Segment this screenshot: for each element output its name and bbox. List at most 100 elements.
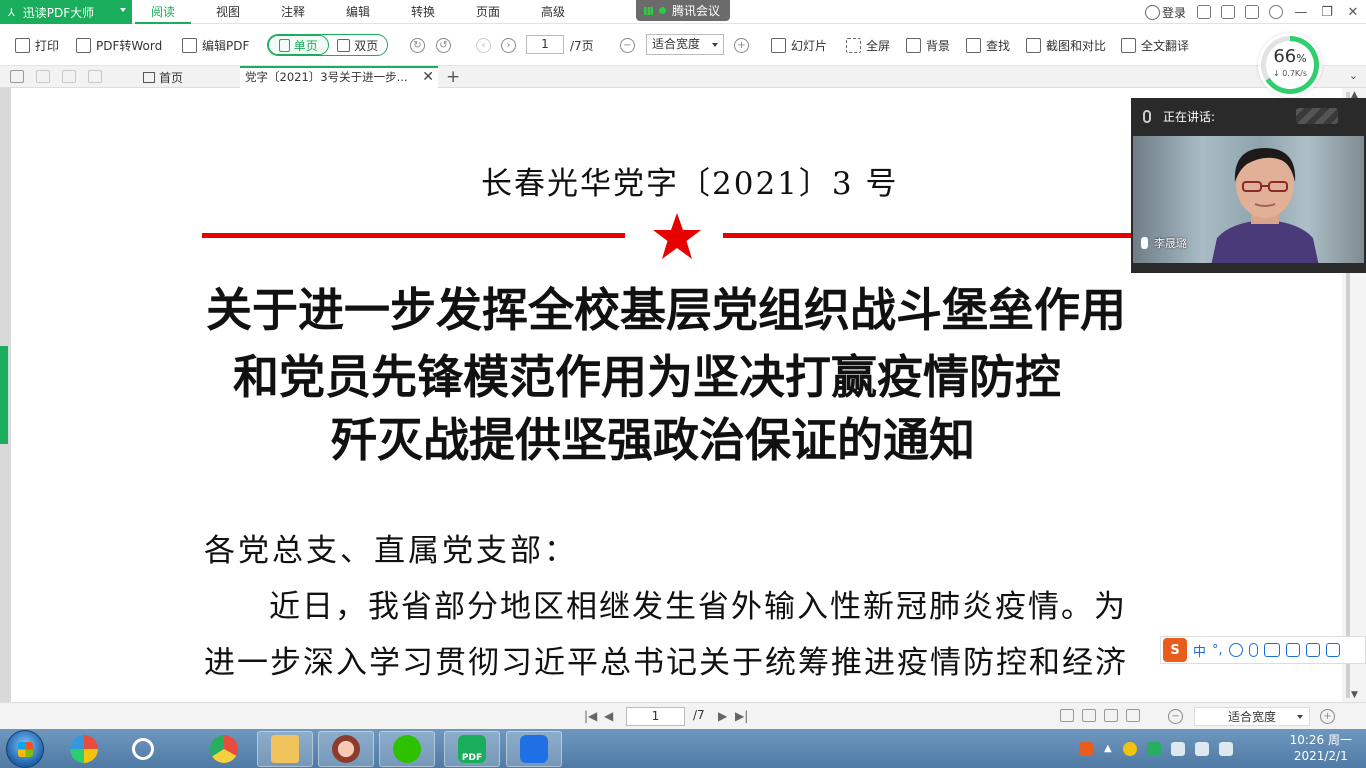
- taskbar-app-avatar[interactable]: [318, 731, 374, 767]
- punctuation-icon[interactable]: °,: [1212, 643, 1223, 658]
- skin-shirt-icon[interactable]: [1305, 643, 1320, 657]
- zoom-in-icon[interactable]: +: [734, 38, 749, 53]
- app-name: 迅读PDF大师: [22, 5, 95, 20]
- video-feed: 李晟璐: [1133, 136, 1364, 263]
- undo-icon[interactable]: [36, 70, 50, 83]
- document-title-line-1: 关于进一步发挥全校基层党组织战斗堡垒作用: [206, 283, 1126, 337]
- taskbar-app-meeting[interactable]: [506, 731, 562, 767]
- single-page-button[interactable]: 单页: [268, 35, 329, 55]
- maximize-button[interactable]: ❐: [1314, 0, 1340, 24]
- system-clock[interactable]: 10:26 周一 2021/2/1: [1290, 732, 1352, 764]
- sogou-tray-icon[interactable]: [1079, 741, 1093, 756]
- tab-annotate[interactable]: 注释: [281, 0, 305, 24]
- double-page-button[interactable]: 双页: [329, 35, 388, 55]
- bottom-page-input[interactable]: 1: [626, 707, 685, 726]
- zoom-out-icon[interactable]: −: [1168, 709, 1183, 724]
- tab-view[interactable]: 视图: [216, 0, 240, 24]
- search-icon: [966, 37, 981, 53]
- security-tray-icon[interactable]: [1146, 741, 1161, 756]
- app-menu-button[interactable]: ⅄ 迅读PDF大师: [0, 0, 132, 24]
- zoom-out-icon[interactable]: −: [620, 38, 635, 53]
- background-button[interactable]: 背景: [906, 36, 950, 54]
- next-page-icon[interactable]: ›: [501, 38, 516, 53]
- message-icon[interactable]: [1197, 5, 1211, 19]
- chinese-mode-icon[interactable]: 中: [1193, 641, 1206, 660]
- continuous-view-icon[interactable]: [1104, 709, 1118, 722]
- taskbar-app-browser[interactable]: [196, 731, 252, 767]
- network-speed-gauge[interactable]: 66% ↓ 0.7K/s: [1258, 33, 1322, 97]
- minimize-button[interactable]: —: [1288, 0, 1314, 24]
- double-view-icon[interactable]: [1082, 709, 1096, 722]
- keyboard-icon[interactable]: [1263, 643, 1280, 657]
- scroll-down-icon[interactable]: ▼: [1351, 690, 1358, 700]
- single-view-icon[interactable]: [1060, 709, 1074, 722]
- last-page-icon[interactable]: ▶|: [735, 709, 748, 723]
- meeting-label: 腾讯会议: [672, 4, 721, 18]
- tab-edit[interactable]: 编辑: [346, 0, 370, 24]
- tab-convert[interactable]: 转换: [411, 0, 435, 24]
- zoom-select[interactable]: 适合宽度: [646, 34, 724, 55]
- prev-page-icon[interactable]: ◀: [604, 709, 613, 723]
- close-button[interactable]: ✕: [1340, 0, 1366, 24]
- tab-document[interactable]: 党字〔2021〕3号关于进一步... ✕: [240, 66, 438, 88]
- sogou-logo-icon[interactable]: S: [1163, 638, 1187, 662]
- add-tab-icon[interactable]: +: [446, 67, 460, 87]
- redo-icon[interactable]: [62, 70, 76, 83]
- gauge-speed: 0.7K/s: [1282, 69, 1308, 78]
- red-star-icon: [653, 213, 701, 259]
- mail-icon[interactable]: [1221, 5, 1235, 19]
- meeting-indicator[interactable]: 腾讯会议: [636, 0, 730, 21]
- page-number-input[interactable]: 1: [526, 35, 564, 54]
- login-link[interactable]: 登录: [1162, 4, 1186, 21]
- taskbar-app-pdf[interactable]: PDF: [444, 731, 500, 767]
- slideshow-button[interactable]: 幻灯片: [771, 36, 827, 54]
- user-icon[interactable]: [1144, 4, 1160, 20]
- rotate-ccw-icon[interactable]: ↺: [436, 38, 451, 53]
- print-button[interactable]: 打印: [15, 36, 59, 54]
- qq-tray-icon[interactable]: [1122, 741, 1137, 756]
- tab-page[interactable]: 页面: [476, 0, 500, 24]
- bottom-zoom-select[interactable]: 适合宽度: [1194, 707, 1310, 726]
- tab-home[interactable]: 首页: [143, 69, 183, 86]
- taskbar-app-explorer[interactable]: [257, 731, 313, 767]
- volume-icon[interactable]: [1194, 741, 1209, 756]
- close-tab-icon[interactable]: ✕: [422, 68, 434, 87]
- tab-read[interactable]: 阅读: [134, 0, 192, 24]
- settings-icon[interactable]: [1269, 5, 1283, 19]
- emoji-face-icon[interactable]: [1228, 643, 1243, 657]
- start-button[interactable]: [6, 730, 44, 768]
- show-hidden-icons[interactable]: ▲: [1104, 743, 1112, 754]
- taskbar-app-search[interactable]: [115, 731, 171, 767]
- save-icon[interactable]: [88, 70, 102, 83]
- taskbar-app-wechat[interactable]: [379, 731, 435, 767]
- meeting-video-panel[interactable]: 正在讲话: 李晟璐: [1131, 98, 1366, 273]
- edit-pdf-button[interactable]: 编辑PDF: [182, 36, 249, 54]
- rotate-cw-icon[interactable]: ↻: [410, 38, 425, 53]
- user-center-icon[interactable]: [1285, 643, 1300, 657]
- network-icon[interactable]: [1218, 741, 1233, 756]
- find-button[interactable]: 查找: [966, 36, 1010, 54]
- home-icon: [143, 72, 155, 83]
- tab-advanced[interactable]: 高级: [541, 0, 565, 24]
- first-page-icon[interactable]: |◀: [584, 709, 597, 723]
- side-panel-handle[interactable]: [0, 346, 8, 444]
- full-translate-button[interactable]: 全文翻译: [1121, 36, 1189, 54]
- device-tray-icon[interactable]: [1170, 741, 1185, 756]
- facing-view-icon[interactable]: [1126, 709, 1140, 722]
- double-page-label: 双页: [354, 38, 379, 53]
- skin-icon[interactable]: [1245, 5, 1259, 19]
- pdf-to-word-button[interactable]: PDF转Word: [76, 36, 162, 54]
- toolbox-grid-icon[interactable]: [1325, 643, 1340, 657]
- fullscreen-button[interactable]: 全屏: [846, 36, 890, 54]
- full-translate-label: 全文翻译: [1141, 38, 1190, 53]
- single-page-label: 单页: [293, 38, 318, 53]
- next-page-icon[interactable]: ▶: [718, 709, 727, 723]
- voice-input-icon[interactable]: [1248, 643, 1258, 657]
- collapse-chevron-icon[interactable]: ⌄: [1349, 69, 1358, 82]
- taskbar-app-colorful[interactable]: [56, 731, 112, 767]
- prev-page-icon[interactable]: ‹: [476, 38, 491, 53]
- background-icon: [906, 37, 921, 53]
- zoom-in-icon[interactable]: +: [1320, 709, 1335, 724]
- open-folder-icon[interactable]: [10, 70, 24, 83]
- screenshot-compare-button[interactable]: 截图和对比: [1026, 36, 1106, 54]
